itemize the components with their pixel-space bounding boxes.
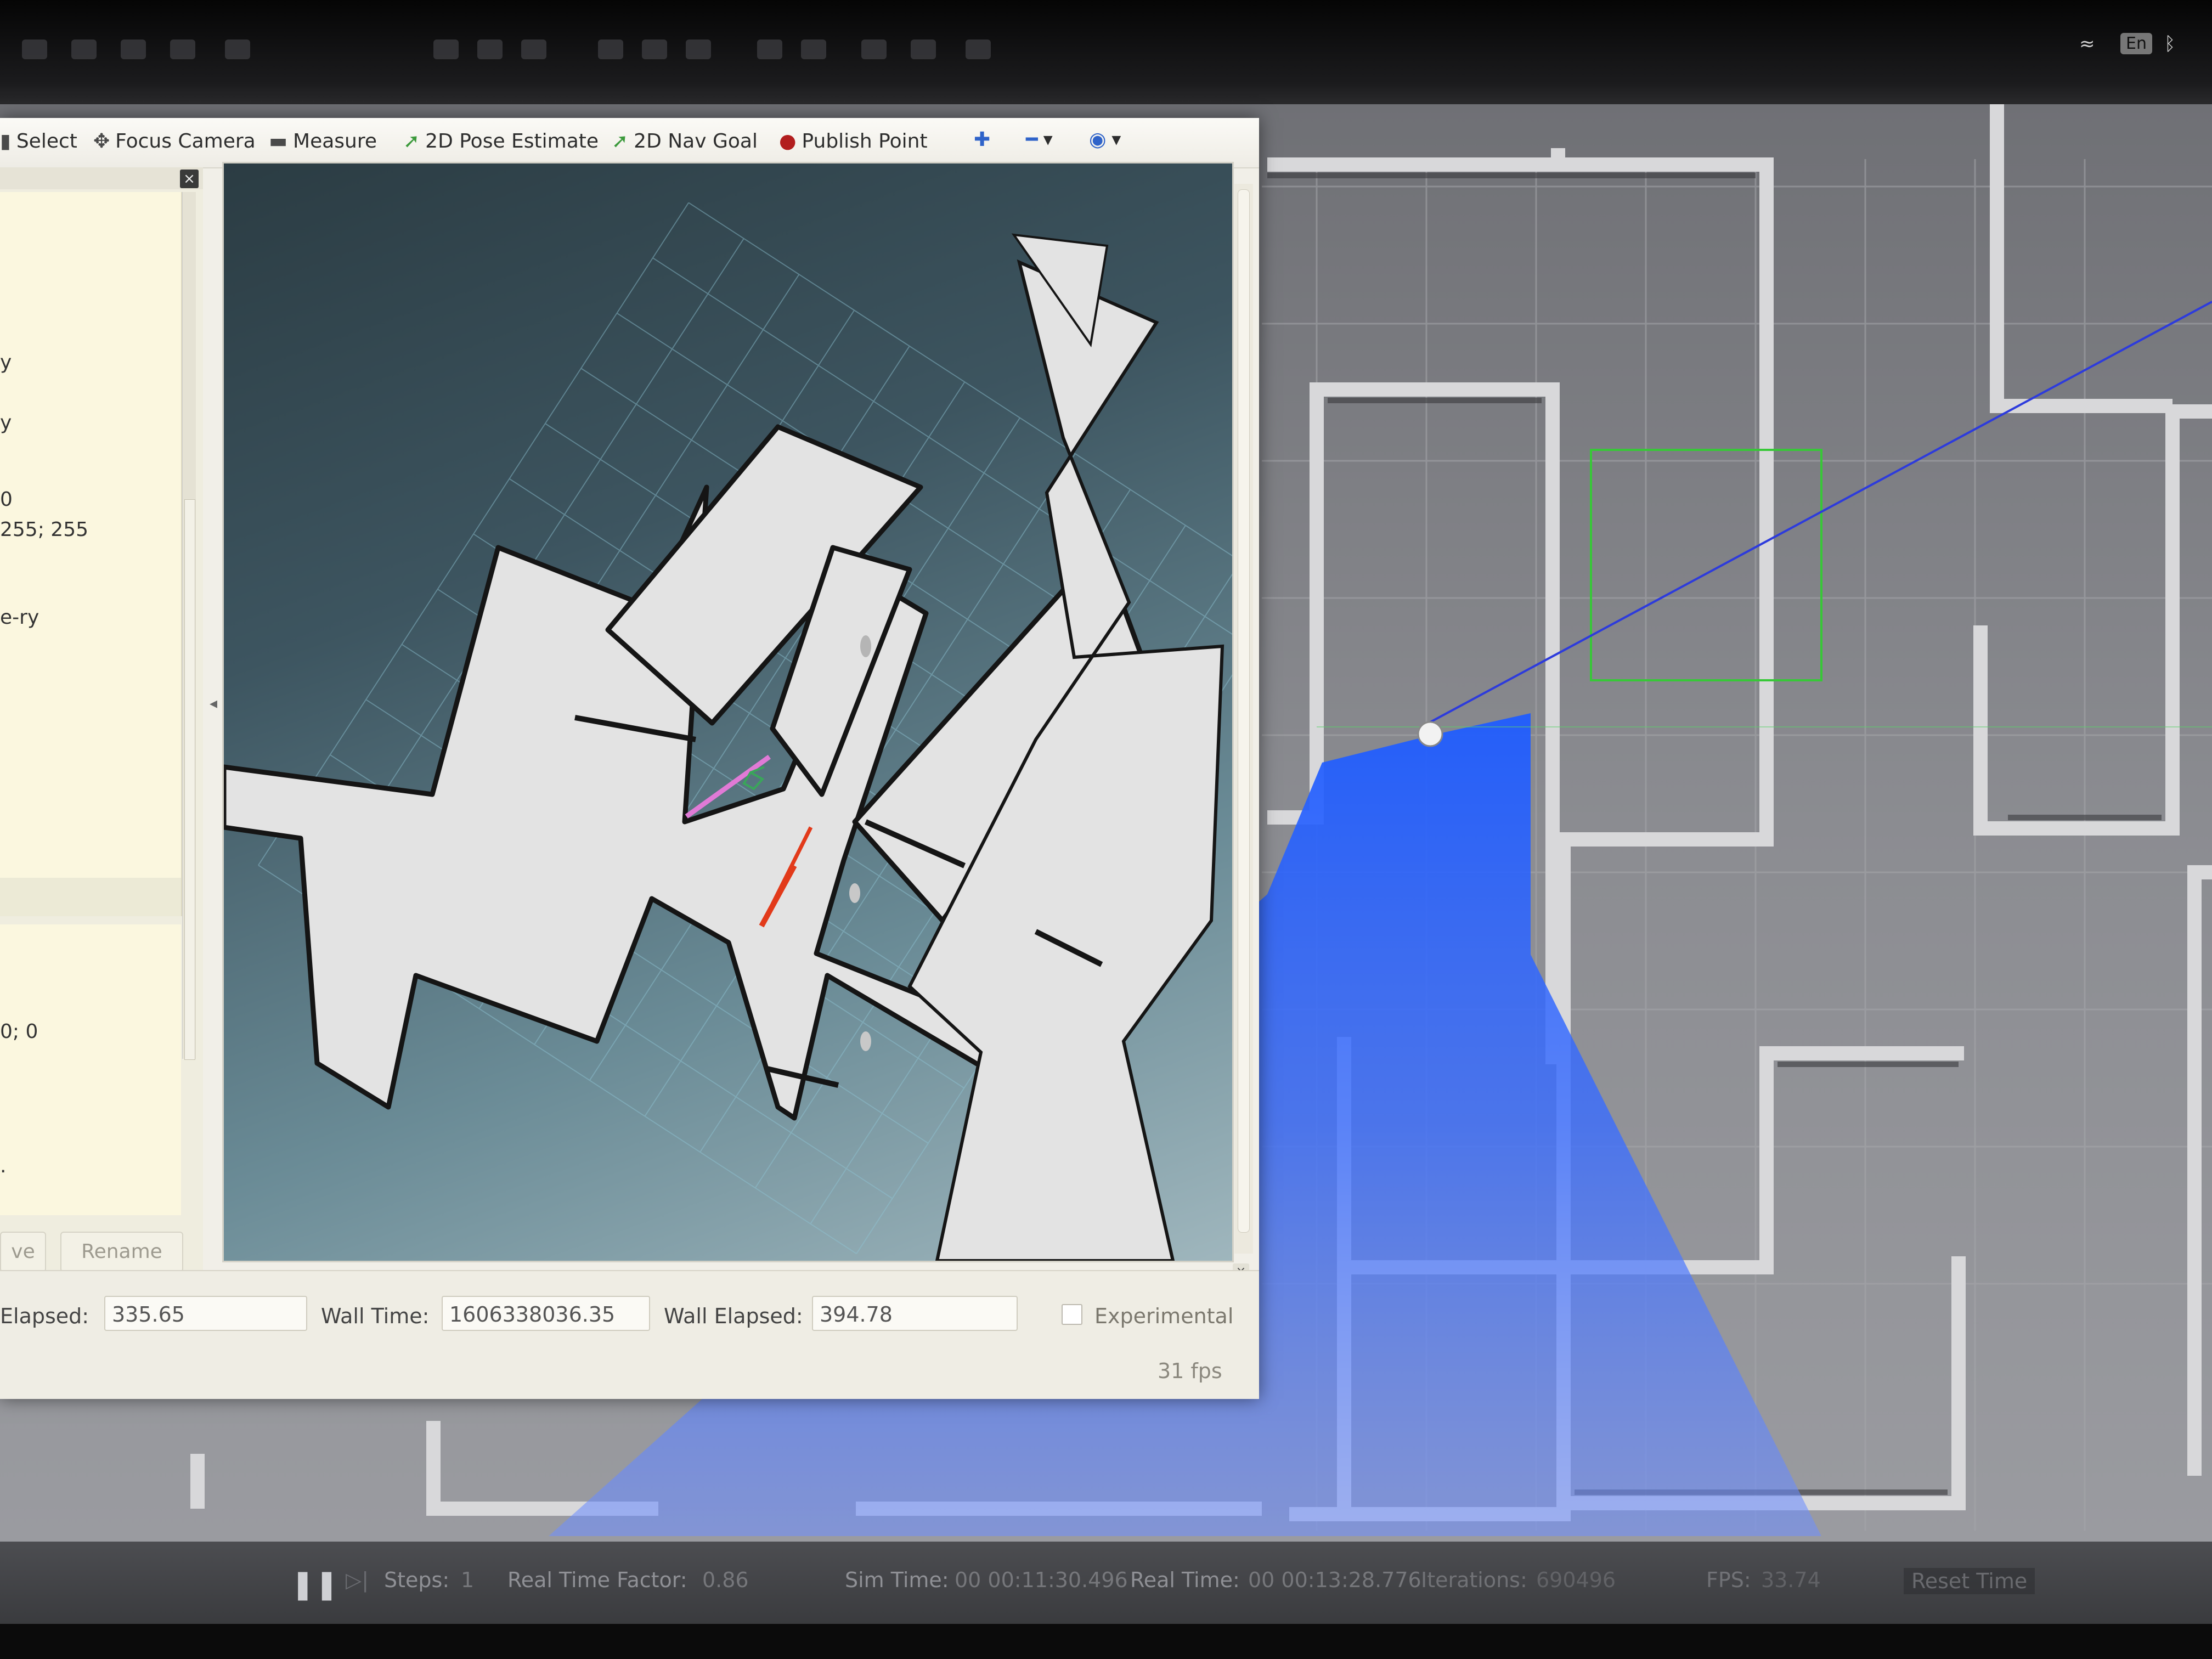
occupancy-grid-map — [224, 202, 1232, 1261]
publish-point-tool[interactable]: ● Publish Point — [779, 130, 928, 153]
sim-time-value: 00 00:11:30.496 — [955, 1568, 1128, 1592]
viewport-scrollbar[interactable] — [1234, 184, 1253, 1254]
add-tool-button[interactable]: ✚ — [974, 130, 990, 150]
experimental-label: Experimental — [1094, 1304, 1234, 1328]
real-time-factor-value: 0.86 — [702, 1568, 749, 1592]
wall-time-field[interactable]: 1606338036.35 — [442, 1296, 650, 1331]
pause-button[interactable]: ❚❚ — [291, 1568, 338, 1601]
wall-elapsed-field[interactable]: 394.78 — [812, 1296, 1018, 1331]
property-value: 255; 255 — [0, 518, 88, 541]
scale-icon[interactable] — [170, 40, 195, 59]
pose-estimate-label: 2D Pose Estimate — [425, 130, 599, 153]
camera-icon[interactable] — [966, 40, 991, 59]
box-shape-icon[interactable] — [433, 40, 459, 59]
monitor-screen: ≈ En ᛒ ❚❚ ▷| Steps: 1 Real Time Factor: … — [0, 0, 2212, 1624]
keyboard-language-indicator[interactable]: En — [2120, 33, 2152, 54]
rviz-window: ▮ Select ✥ Focus Camera ▬ Measure ➚ 2D P… — [0, 118, 1259, 1399]
robot-model[interactable] — [1417, 721, 1443, 747]
focus-camera-label: Focus Camera — [115, 130, 256, 153]
time-panel: Elapsed: 335.65 Wall Time: 1606338036.35… — [0, 1270, 1259, 1399]
translate-icon[interactable] — [71, 40, 97, 59]
plus-icon: ✚ — [974, 128, 991, 151]
select-cursor-icon: ▮ — [0, 129, 11, 153]
properties-scrollbar[interactable] — [182, 192, 196, 1060]
goal-arrow-icon: ➚ — [612, 129, 629, 153]
chevron-down-icon: ▼ — [1043, 133, 1053, 147]
copy-icon[interactable] — [757, 40, 782, 59]
reset-time-button[interactable]: Reset Time — [1904, 1568, 2035, 1594]
rviz-toolbar: ▮ Select ✥ Focus Camera ▬ Measure ➚ 2D P… — [0, 118, 1259, 168]
property-value: e-ry — [0, 606, 40, 629]
align-icon[interactable] — [861, 40, 887, 59]
paste-icon[interactable] — [801, 40, 826, 59]
property-row-highlight — [0, 878, 181, 916]
ruler-icon: ▬ — [269, 129, 288, 153]
displays-panel: × y y 0 255; 255 e-ry 0; 0 . ve Rename — [0, 167, 203, 1300]
bluetooth-icon[interactable]: ᛒ — [2164, 33, 2175, 55]
remove-button[interactable]: ve — [0, 1232, 46, 1272]
step-button[interactable]: ▷| — [346, 1568, 369, 1592]
real-time-label: Real Time: — [1130, 1568, 1240, 1592]
remove-tool-button[interactable]: ━ ▼ — [1026, 130, 1053, 150]
real-time-value: 00 00:13:28.776 — [1248, 1568, 1421, 1592]
select-tool-label: Select — [16, 130, 77, 153]
properties-tree[interactable]: y y 0 255; 255 e-ry — [0, 192, 182, 916]
scrollbar-thumb[interactable] — [184, 499, 195, 1060]
nav-goal-label: 2D Nav Goal — [634, 130, 758, 153]
iterations-value: 690496 — [1536, 1568, 1616, 1592]
rviz-3d-viewport[interactable] — [222, 162, 1234, 1262]
wifi-icon[interactable]: ≈ — [2079, 33, 2095, 55]
property-value: 0 — [0, 488, 13, 511]
close-panel-icon[interactable]: × — [180, 170, 199, 188]
gazebo-status-bar: ❚❚ ▷| Steps: 1 Real Time Factor: 0.86 Si… — [0, 1542, 2212, 1624]
rename-button[interactable]: Rename — [60, 1232, 183, 1272]
steps-label: Steps: — [384, 1568, 450, 1592]
sim-time-label: Sim Time: — [845, 1568, 949, 1592]
undo-icon[interactable] — [225, 40, 250, 59]
minus-icon: ━ — [1026, 128, 1038, 151]
view-options-button[interactable]: ◉ ▼ — [1089, 130, 1121, 150]
description-text: . — [0, 1155, 7, 1177]
measure-tool[interactable]: ▬ Measure — [269, 130, 377, 153]
gazebo-top-toolbar: ≈ En ᛒ — [0, 0, 2212, 104]
rviz-fps-label: 31 fps — [1158, 1359, 1222, 1383]
pose-arrow-icon: ➚ — [403, 129, 420, 153]
spot-light-icon[interactable] — [686, 40, 711, 59]
sun-light-icon[interactable] — [598, 40, 623, 59]
chevron-down-icon: ▼ — [1111, 133, 1121, 147]
point-light-icon[interactable] — [642, 40, 667, 59]
collapse-left-icon[interactable]: ◂ — [210, 694, 217, 712]
rotate-icon[interactable] — [121, 40, 146, 59]
experimental-checkbox[interactable] — [1062, 1304, 1082, 1325]
focus-camera-tool[interactable]: ✥ Focus Camera — [93, 130, 256, 153]
property-value: 0; 0 — [0, 1020, 38, 1043]
monitor-bezel — [0, 1624, 2212, 1659]
sphere-shape-icon[interactable] — [477, 40, 503, 59]
select-tool[interactable]: ▮ Select — [0, 130, 77, 153]
nav-goal-tool[interactable]: ➚ 2D Nav Goal — [612, 130, 758, 153]
property-description: 0; 0 . — [0, 924, 181, 1215]
property-value: y — [0, 411, 12, 434]
wall-time-label: Wall Time: — [321, 1304, 430, 1328]
cylinder-shape-icon[interactable] — [521, 40, 546, 59]
real-time-factor-label: Real Time Factor: — [507, 1568, 687, 1592]
fps-label: FPS: — [1706, 1568, 1751, 1592]
snap-icon[interactable] — [911, 40, 936, 59]
eye-icon: ◉ — [1089, 128, 1107, 151]
ros-elapsed-label: Elapsed: — [0, 1304, 89, 1328]
ros-elapsed-field[interactable]: 335.65 — [104, 1296, 307, 1331]
wall-elapsed-label: Wall Elapsed: — [664, 1304, 803, 1328]
iterations-label: Iterations: — [1421, 1568, 1527, 1592]
focus-crosshair-icon: ✥ — [93, 129, 110, 153]
select-arrow-icon[interactable] — [22, 40, 47, 59]
publish-point-label: Publish Point — [802, 130, 928, 153]
pose-estimate-tool[interactable]: ➚ 2D Pose Estimate — [403, 130, 599, 153]
steps-spinbox[interactable]: 1 — [461, 1568, 474, 1592]
property-value: y — [0, 351, 12, 374]
fps-value: 33.74 — [1761, 1568, 1821, 1592]
measure-label: Measure — [293, 130, 377, 153]
map-pin-icon: ● — [779, 129, 797, 153]
